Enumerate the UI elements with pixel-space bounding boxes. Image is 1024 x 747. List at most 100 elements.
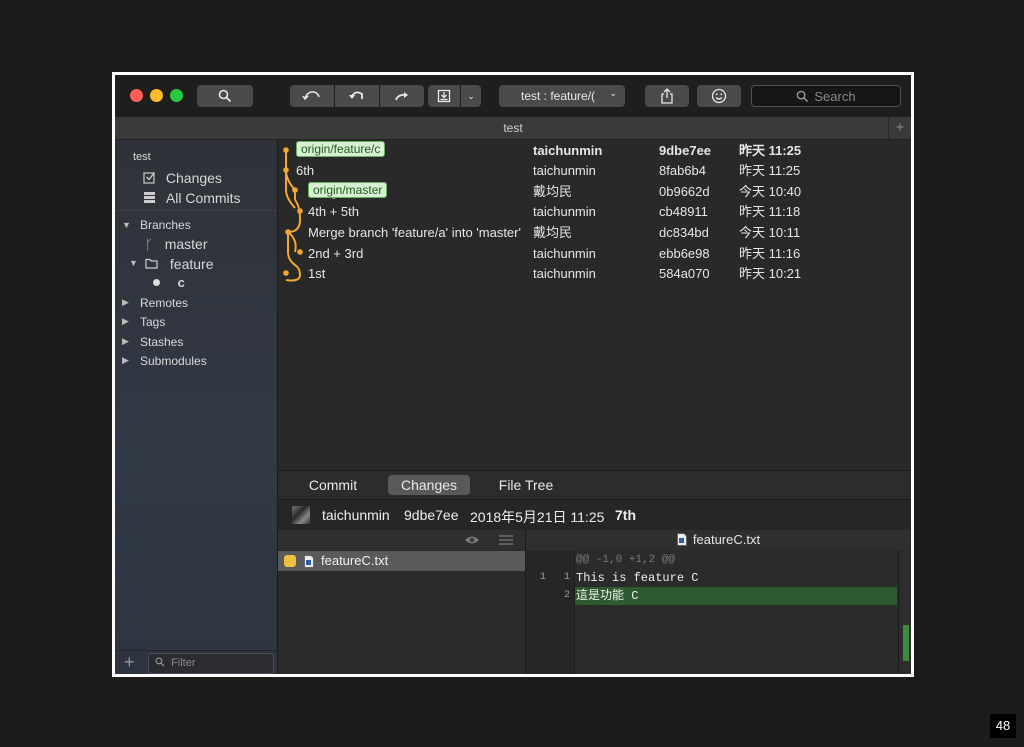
history-icon: [144, 192, 155, 203]
tab-changes[interactable]: Changes: [388, 475, 470, 495]
tab-bar: test +: [115, 117, 911, 140]
repo-name: test: [133, 151, 151, 163]
tab-test[interactable]: test: [503, 121, 522, 135]
sidebar-item-feature-folder[interactable]: feature: [145, 256, 213, 272]
app-window: ⌄ test : feature/( ⌄ Search test + test …: [115, 75, 911, 674]
filter-placeholder: Filter: [171, 657, 196, 669]
commit-row[interactable]: 1st taichunmin 584a070 昨天 10:21: [278, 264, 911, 284]
sidebar-item-c[interactable]: c: [153, 275, 185, 290]
branch-tag[interactable]: origin/feature/c: [296, 140, 386, 157]
search-input[interactable]: Search: [751, 85, 901, 107]
section-submodules[interactable]: Submodules: [140, 354, 207, 368]
branch-selector[interactable]: test : feature/( ⌄: [499, 85, 625, 107]
tab-commit[interactable]: Commit: [298, 475, 368, 495]
commit-subject: 4th + 5th: [308, 202, 359, 222]
commit-author: taichunmin: [322, 507, 390, 523]
sidebar-item-label: All Commits: [165, 190, 241, 206]
text-file-icon: [304, 555, 314, 568]
commit-row[interactable]: Merge branch 'feature/a' into 'master' 戴均…: [278, 223, 911, 243]
disclosure-right-icon[interactable]: ▶: [122, 355, 129, 366]
list-icon[interactable]: [499, 535, 513, 545]
sidebar-filter-input[interactable]: Filter: [148, 653, 274, 674]
diff-line-text: 這是功能 C: [576, 589, 639, 603]
diff-new-line-number: 2: [563, 590, 570, 601]
file-name: featureC.txt: [321, 553, 389, 568]
commit-subject: feature/corigin/feature/c7th: [296, 140, 386, 161]
toolbar: ⌄ test : feature/( ⌄ Search: [115, 75, 911, 117]
section-remotes[interactable]: Remotes: [140, 296, 188, 310]
commit-row[interactable]: masterorigin/masterMerge bran… 戴均民 0b9662d…: [278, 181, 911, 202]
push-button[interactable]: [380, 85, 424, 107]
commit-message: 2nd + 3rd: [308, 245, 364, 261]
text-file-icon: [677, 533, 687, 546]
commit-author: 戴均民: [533, 183, 573, 199]
diff-scrollbar[interactable]: [898, 551, 911, 674]
commit-subject: 6th: [296, 161, 314, 181]
commit-date: 今天 10:11: [739, 224, 801, 240]
search-icon: [218, 89, 232, 103]
new-tab-button[interactable]: +: [888, 117, 911, 139]
sidebar-item-all-commits[interactable]: All Commits: [143, 190, 241, 206]
commit-author: taichunmin: [533, 266, 596, 282]
add-repo-button[interactable]: +: [124, 652, 135, 673]
minimize-window-button[interactable]: [150, 89, 163, 102]
commit-row[interactable]: feature/corigin/feature/c7th taichunmin 9d…: [278, 140, 911, 161]
sidebar-item-label: c: [177, 275, 185, 290]
chevron-down-icon: ⌄: [609, 88, 617, 98]
section-stashes[interactable]: Stashes: [140, 335, 183, 349]
commit-message: Merge branch 'feature/a' into 'master': [308, 224, 521, 240]
stash-button[interactable]: [428, 85, 460, 107]
changed-files-pane: featureC.txt: [278, 530, 526, 674]
tab-file-tree[interactable]: File Tree: [488, 475, 564, 495]
commit-subject: masterorigin/masterMerge bran…: [308, 181, 388, 202]
section-branches[interactable]: Branches: [140, 218, 191, 232]
commit-message: 6th: [296, 163, 315, 179]
disclosure-right-icon[interactable]: ▶: [122, 297, 129, 308]
diff-header: featureC.txt: [526, 530, 911, 550]
section-tags[interactable]: Tags: [140, 315, 165, 329]
commit-author: 戴均民: [533, 224, 573, 240]
branch-tag[interactable]: origin/master: [308, 181, 388, 198]
commit-history: feature/corigin/feature/c7th taichunmin 9d…: [278, 140, 911, 470]
share-button[interactable]: [645, 85, 689, 107]
disclosure-down-icon[interactable]: ▼: [122, 220, 131, 230]
avatar: [292, 506, 310, 524]
commit-row[interactable]: 6th taichunmin 8fab6b4 昨天 11:25: [278, 161, 911, 181]
screenshot-frame: ⌄ test : feature/( ⌄ Search test + test …: [112, 72, 914, 677]
fetch-icon: [302, 91, 320, 101]
eye-icon[interactable]: [464, 535, 480, 545]
commit-date: 昨天 11:16: [739, 245, 801, 261]
disclosure-down-icon[interactable]: ▼: [129, 258, 138, 268]
stash-dropdown-button[interactable]: ⌄: [461, 85, 481, 107]
disclosure-right-icon[interactable]: ▶: [122, 316, 129, 327]
close-window-button[interactable]: [130, 89, 143, 102]
commit-author: taichunmin: [533, 245, 596, 261]
search-icon: [155, 657, 165, 667]
sidebar-item-label: Changes: [165, 170, 222, 186]
commit-message: 7th: [615, 507, 636, 523]
commit-date: 昨天 11:18: [739, 204, 801, 220]
fetch-button[interactable]: [290, 85, 334, 107]
sidebar-item-label: master: [164, 236, 208, 252]
commit-hash[interactable]: 9dbe7ee: [404, 507, 459, 523]
commit-date: 昨天 10:21: [739, 266, 802, 282]
sidebar-footer: + Filter: [115, 650, 277, 674]
search-icon: [797, 90, 809, 102]
pull-button[interactable]: [335, 85, 379, 107]
commit-row[interactable]: 2nd + 3rd taichunmin ebb6e98 昨天 11:16: [278, 244, 911, 264]
zoom-window-button[interactable]: [170, 89, 183, 102]
commit-row[interactable]: 4th + 5th taichunmin cb48911 昨天 11:18: [278, 202, 911, 222]
commit-hash: 584a070: [659, 266, 710, 282]
commit-subject: 2nd + 3rd: [308, 244, 363, 264]
folder-icon: [145, 258, 158, 269]
diff-file-name: featureC.txt: [692, 532, 761, 547]
file-row[interactable]: featureC.txt: [278, 551, 525, 571]
disclosure-right-icon[interactable]: ▶: [122, 336, 129, 347]
sidebar-item-master[interactable]: ᚴ master: [145, 236, 208, 252]
commit-hash: 0b9662d: [659, 183, 710, 199]
sidebar-item-changes[interactable]: Changes: [143, 170, 222, 186]
emoji-button[interactable]: [697, 85, 741, 107]
commit-author: taichunmin: [533, 163, 596, 179]
commit-author: taichunmin: [533, 142, 603, 158]
search-toggle-button[interactable]: [197, 85, 253, 107]
